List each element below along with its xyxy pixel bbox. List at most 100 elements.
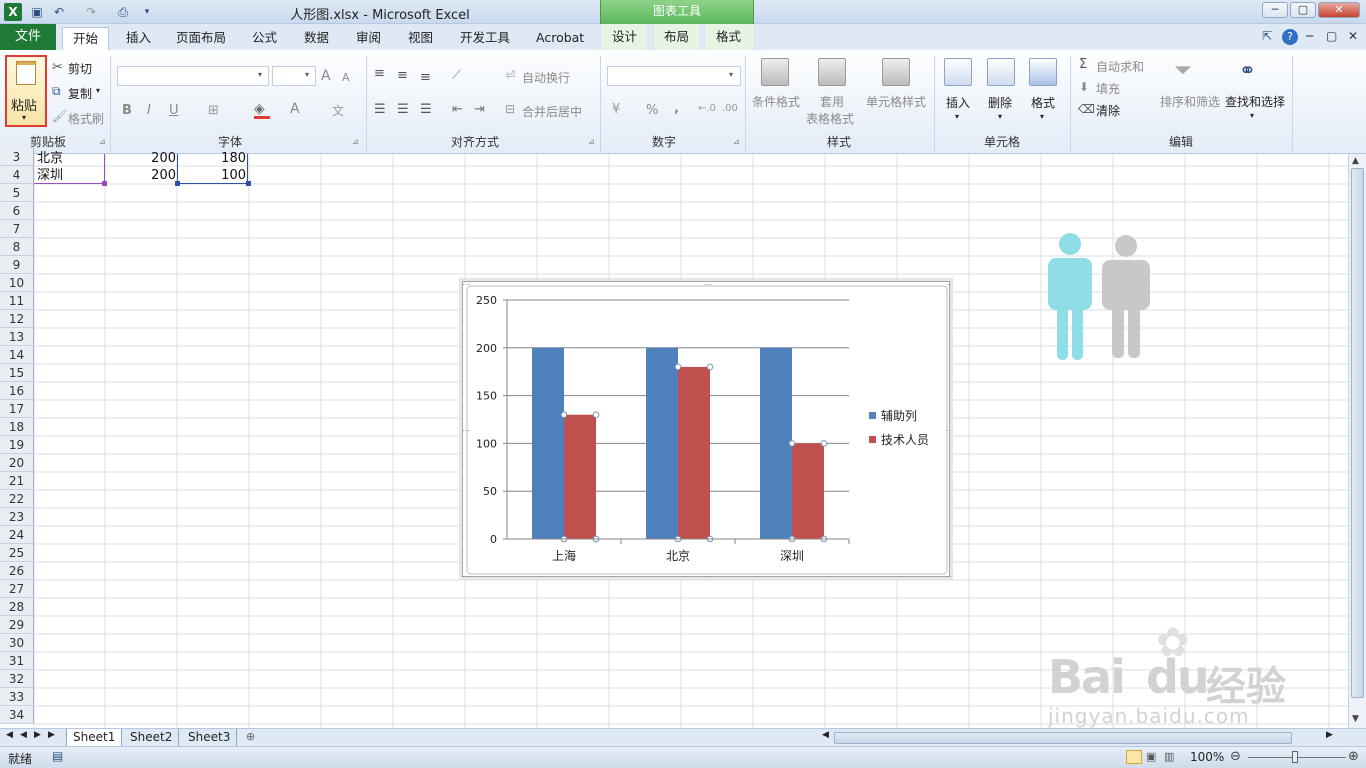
minimize-button[interactable]: ─	[1262, 2, 1288, 18]
row-header[interactable]: 28	[0, 598, 34, 616]
row-header[interactable]: 20	[0, 454, 34, 472]
vertical-scrollbar[interactable]: ▲ ▼	[1348, 154, 1366, 728]
workbook-minimize-icon[interactable]: ─	[1306, 29, 1313, 43]
scroll-up-icon[interactable]: ▲	[1352, 156, 1359, 166]
close-button[interactable]: ✕	[1318, 2, 1360, 18]
italic-button[interactable]: I	[147, 103, 151, 118]
orientation-icon[interactable]: ⟋	[452, 68, 461, 83]
tab-acrobat[interactable]: Acrobat	[526, 27, 594, 50]
row-header[interactable]: 12	[0, 310, 34, 328]
underline-button[interactable]: U	[169, 103, 179, 118]
range-handle[interactable]	[102, 181, 107, 186]
cell-b3[interactable]: 200	[106, 150, 176, 168]
tab-page-layout[interactable]: 页面布局	[166, 27, 236, 50]
row-header[interactable]: 14	[0, 346, 34, 364]
row-header[interactable]: 27	[0, 580, 34, 598]
autosum-button[interactable]: 自动求和	[1096, 58, 1144, 75]
bar[interactable]	[532, 347, 564, 539]
row-header[interactable]: 3	[0, 148, 34, 166]
increase-decimal-icon[interactable]: ←.0	[698, 103, 716, 114]
comma-button[interactable]: ,	[674, 101, 679, 116]
tab-developer[interactable]: 开发工具	[450, 27, 520, 50]
percent-button[interactable]: %	[646, 103, 658, 118]
bold-button[interactable]: B	[122, 103, 132, 118]
embedded-chart[interactable]: 0 50 100 150 200 250 上海 北京 深圳 辅助列 技术人员 ⋯ ⋯ ⋯ ⋯ ⋯ ⋯ ⋯ ⋯	[462, 280, 954, 581]
cut-button[interactable]: 剪切	[68, 60, 92, 77]
align-left-icon[interactable]: ☰	[374, 102, 386, 117]
table-format-label-1[interactable]: 套用	[820, 93, 844, 110]
table-format-label-2[interactable]: 表格格式	[806, 110, 854, 127]
selection-handle[interactable]	[820, 440, 828, 447]
row-header[interactable]: 9	[0, 256, 34, 274]
row-header[interactable]: 23	[0, 508, 34, 526]
row-header[interactable]: 18	[0, 418, 34, 436]
align-right-icon[interactable]: ☰	[420, 102, 432, 117]
align-top-icon[interactable]: ≡	[374, 66, 385, 81]
hscroll-left-icon[interactable]: ◀	[822, 730, 829, 740]
row-header[interactable]: 7	[0, 220, 34, 238]
row-header[interactable]: 4	[0, 166, 34, 184]
person-icons[interactable]	[1040, 230, 1160, 365]
currency-icon[interactable]: ¥	[612, 102, 620, 117]
format-cells-button[interactable]: 格式	[1031, 94, 1055, 111]
tab-insert[interactable]: 插入	[116, 27, 161, 50]
border-icon[interactable]: ⊞	[208, 103, 219, 118]
tab-chart-format[interactable]: 格式	[706, 24, 754, 50]
font-size-dropdown[interactable]	[272, 66, 316, 86]
selection-handle[interactable]	[788, 440, 796, 447]
delete-cells-button[interactable]: 删除	[988, 94, 1012, 111]
tab-data[interactable]: 数据	[294, 27, 339, 50]
row-header[interactable]: 22	[0, 490, 34, 508]
row-header[interactable]: 15	[0, 364, 34, 382]
hscroll-right-icon[interactable]: ▶	[1326, 730, 1333, 740]
sheet-tab-1[interactable]: Sheet1	[66, 729, 123, 747]
scroll-thumb[interactable]	[1351, 168, 1364, 698]
row-header[interactable]: 33	[0, 688, 34, 706]
find-select-button[interactable]: 查找和选择	[1225, 93, 1285, 110]
bar[interactable]	[564, 414, 596, 539]
dialog-launcher-icon[interactable]: ⊿	[99, 137, 106, 146]
tab-view[interactable]: 视图	[398, 27, 443, 50]
number-format-dropdown[interactable]	[607, 66, 741, 86]
align-center-icon[interactable]: ☰	[397, 102, 409, 117]
chevron-down-icon[interactable]: ▾	[1040, 112, 1044, 121]
last-sheet-icon[interactable]: ▶	[48, 730, 55, 740]
row-header[interactable]: 6	[0, 202, 34, 220]
font-color-icon[interactable]: A	[290, 101, 300, 117]
sort-filter-button[interactable]: 排序和筛选	[1160, 93, 1220, 110]
chart-resize-handle[interactable]: ⋯	[946, 280, 954, 289]
tab-chart-design[interactable]: 设计	[602, 24, 648, 50]
row-header[interactable]: 19	[0, 436, 34, 454]
chevron-down-icon[interactable]: ▾	[1250, 111, 1254, 120]
increase-indent-icon[interactable]: ⇥	[474, 102, 485, 117]
format-painter-button[interactable]: 格式刷	[68, 110, 104, 127]
scroll-down-icon[interactable]: ▼	[1352, 714, 1359, 724]
normal-view-icon[interactable]	[1126, 750, 1142, 764]
selection-handle[interactable]	[674, 363, 682, 371]
bar[interactable]	[678, 366, 710, 539]
clear-button[interactable]: 清除	[1096, 102, 1120, 119]
paste-button[interactable]: 粘贴 ▾	[5, 55, 47, 127]
zoom-out-icon[interactable]: ⊖	[1230, 749, 1241, 764]
shrink-font-button[interactable]: A	[342, 71, 350, 84]
bar[interactable]	[792, 443, 824, 539]
tab-home[interactable]: 开始	[62, 27, 110, 50]
ribbon-collapse-icon[interactable]: ⇱	[1262, 29, 1272, 43]
copy-button[interactable]: 复制	[68, 85, 92, 102]
row-header[interactable]: 13	[0, 328, 34, 346]
grow-font-button[interactable]: A	[321, 68, 331, 84]
row-header[interactable]: 24	[0, 526, 34, 544]
chevron-down-icon[interactable]: ▾	[955, 112, 959, 121]
range-handle[interactable]	[175, 181, 180, 186]
cell-b4[interactable]: 200	[106, 167, 176, 185]
horizontal-scroll-thumb[interactable]	[834, 732, 1292, 744]
row-header[interactable]: 17	[0, 400, 34, 418]
dialog-launcher-icon[interactable]: ⊿	[588, 137, 595, 146]
zoom-level[interactable]: 100%	[1190, 750, 1224, 764]
dialog-launcher-icon[interactable]: ⊿	[733, 137, 740, 146]
tab-formulas[interactable]: 公式	[242, 27, 287, 50]
font-name-dropdown[interactable]	[117, 66, 269, 86]
bar[interactable]	[760, 347, 792, 539]
insert-cells-button[interactable]: 插入	[946, 94, 970, 111]
row-header[interactable]: 11	[0, 292, 34, 310]
